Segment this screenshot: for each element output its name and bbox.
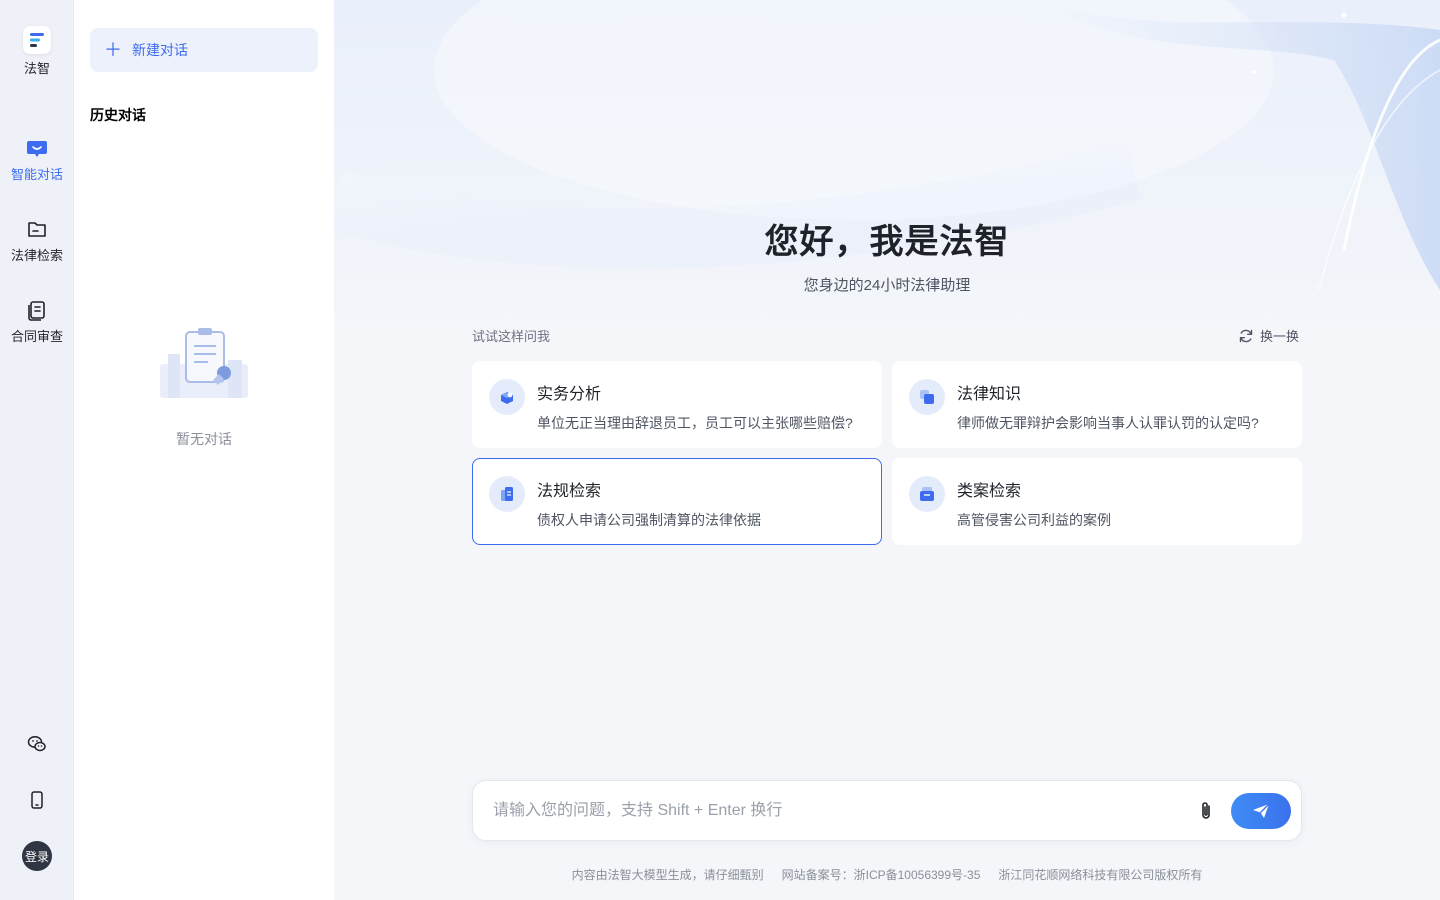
empty-state: 暂无对话 bbox=[74, 326, 334, 449]
knowledge-icon bbox=[909, 379, 945, 415]
suggestions-label: 试试这样问我 bbox=[472, 329, 551, 344]
history-title: 历史对话 bbox=[90, 107, 146, 123]
logo-icon bbox=[23, 26, 51, 54]
card-title: 类案检索 bbox=[957, 483, 1022, 500]
rail-item-label: 合同审查 bbox=[10, 329, 63, 344]
hero-subtitle: 您身边的24小时法律助理 bbox=[803, 277, 971, 294]
refresh-suggestions-button[interactable]: 换一换 bbox=[1238, 326, 1299, 345]
rail-item-law-search[interactable]: 法律检索 bbox=[0, 218, 74, 264]
main-area: 您好，我是法智 您身边的24小时法律助理 试试这样问我 换一换 实务分析 单位无… bbox=[334, 0, 1440, 900]
card-description: 单位无正当理由辞退员工，员工可以主张哪些赔偿? bbox=[537, 415, 853, 431]
card-title: 实务分析 bbox=[537, 386, 602, 403]
folder-icon bbox=[26, 218, 48, 240]
refresh-label: 换一换 bbox=[1260, 329, 1300, 344]
footer: 内容由法智大模型生成，请仔细甄别 网站备案号：浙ICP备10056399号-35… bbox=[334, 866, 1440, 883]
logo-label: 法智 bbox=[23, 61, 50, 76]
contract-icon bbox=[26, 299, 48, 321]
refresh-icon bbox=[1238, 328, 1254, 344]
chat-bubble-icon bbox=[26, 137, 48, 159]
suggestion-card-practice[interactable]: 实务分析 单位无正当理由辞退员工，员工可以主张哪些赔偿? bbox=[472, 361, 882, 448]
chat-composer bbox=[472, 780, 1302, 841]
rail-item-label: 法律检索 bbox=[10, 248, 63, 263]
wechat-icon bbox=[27, 736, 46, 752]
rail-item-label: 智能对话 bbox=[10, 167, 63, 182]
avatar: 登录 bbox=[22, 841, 52, 871]
card-title: 法律知识 bbox=[957, 386, 1022, 403]
mobile-icon bbox=[31, 791, 43, 809]
empty-illustration-icon bbox=[160, 328, 248, 398]
card-title: 法规检索 bbox=[537, 483, 602, 500]
footer-notice: 内容由法智大模型生成，请仔细甄别 bbox=[571, 868, 764, 882]
hero-title: 您好，我是法智 bbox=[764, 223, 1010, 261]
empty-text: 暂无对话 bbox=[176, 431, 232, 447]
attach-button[interactable] bbox=[1195, 799, 1217, 823]
suggestion-card-regulation[interactable]: 法规检索 债权人申请公司强制清算的法律依据 bbox=[472, 458, 882, 545]
rail-item-contract-review[interactable]: 合同审查 bbox=[0, 299, 74, 345]
footer-copyright: 浙江同花顺网络科技有限公司版权所有 bbox=[998, 868, 1203, 882]
case-icon bbox=[909, 476, 945, 512]
new-chat-button[interactable]: ＋ 新建对话 bbox=[90, 28, 318, 72]
paperclip-icon bbox=[1202, 802, 1210, 819]
new-chat-label: 新建对话 bbox=[132, 42, 188, 58]
paper-plane-icon bbox=[1253, 803, 1270, 818]
login-button[interactable]: 登录 bbox=[0, 841, 74, 871]
suggestion-card-knowledge[interactable]: 法律知识 律师做无罪辩护会影响当事人认罪认罚的认定吗? bbox=[892, 361, 1302, 448]
history-panel: ＋ 新建对话 历史对话 暂无对话 bbox=[74, 0, 334, 900]
mobile-button[interactable] bbox=[0, 789, 74, 811]
wechat-button[interactable] bbox=[0, 733, 74, 755]
question-input[interactable] bbox=[493, 799, 1173, 823]
send-button[interactable] bbox=[1231, 793, 1291, 829]
left-rail: 法智 智能对话 法律检索 合同审查 登录 bbox=[0, 0, 74, 900]
card-description: 债权人申请公司强制清算的法律依据 bbox=[537, 512, 761, 528]
analysis-icon bbox=[489, 379, 525, 415]
rail-item-chat[interactable]: 智能对话 bbox=[0, 137, 74, 183]
footer-icp-link[interactable]: 网站备案号：浙ICP备10056399号-35 bbox=[782, 866, 981, 883]
background-decoration bbox=[334, 0, 1440, 291]
suggestion-card-case[interactable]: 类案检索 高管侵害公司利益的案例 bbox=[892, 458, 1302, 545]
regulation-icon bbox=[489, 476, 525, 512]
app-logo[interactable]: 法智 bbox=[0, 26, 74, 77]
card-description: 高管侵害公司利益的案例 bbox=[957, 512, 1111, 528]
card-description: 律师做无罪辩护会影响当事人认罪认罚的认定吗? bbox=[957, 415, 1259, 431]
plus-icon: ＋ bbox=[104, 40, 122, 60]
